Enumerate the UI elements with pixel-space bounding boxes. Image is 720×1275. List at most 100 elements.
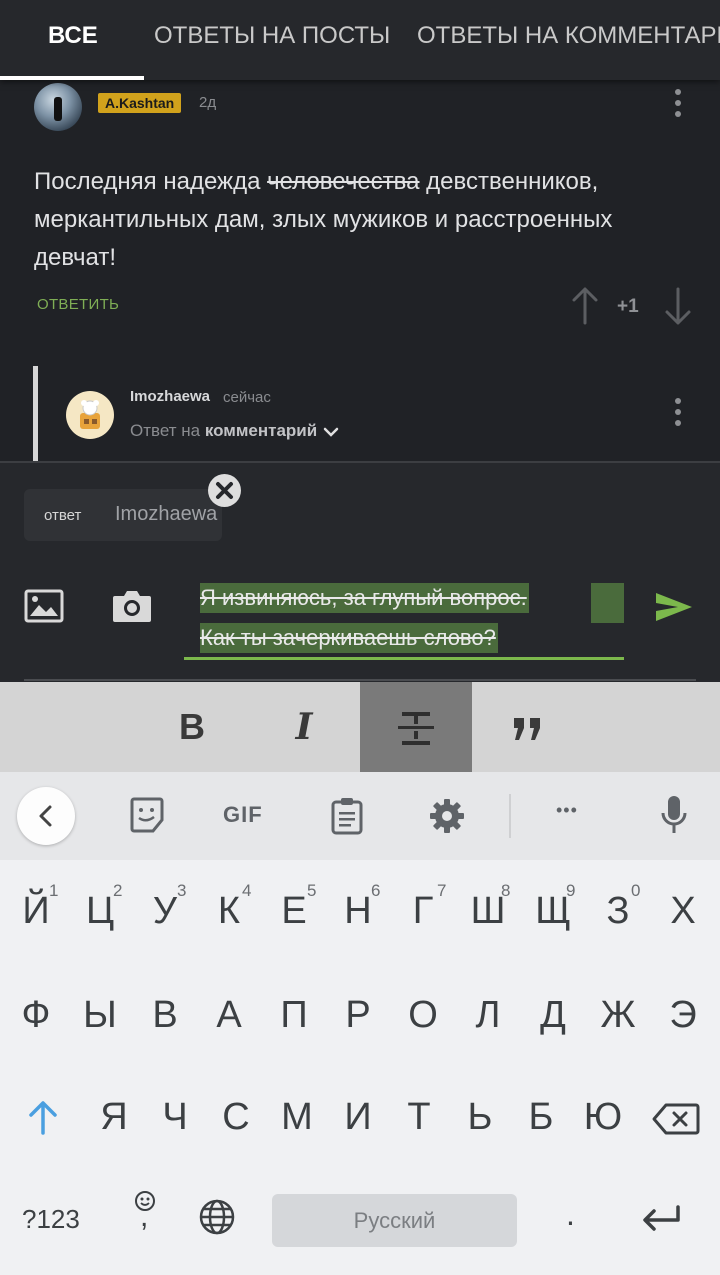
key[interactable]: С: [204, 1096, 268, 1139]
bold-button[interactable]: B: [136, 682, 248, 772]
comment-input[interactable]: Я извиняюсь, за глупый вопрос. Как ты за…: [184, 581, 624, 663]
image-icon[interactable]: [24, 589, 64, 623]
key[interactable]: Н: [326, 890, 390, 933]
key[interactable]: Щ: [521, 890, 585, 933]
key[interactable]: К: [197, 890, 261, 933]
chevron-left-icon: [39, 805, 52, 827]
clipboard-icon[interactable]: [330, 796, 364, 836]
comment-composer: ответ Imozhaewa Я извиняюсь, за глупый в…: [0, 461, 720, 682]
key[interactable]: Э: [651, 994, 715, 1037]
key[interactable]: Ь: [448, 1096, 512, 1139]
key[interactable]: Л: [456, 994, 520, 1037]
reply-chip-label: ответ: [44, 507, 82, 524]
quote-icon: [514, 718, 540, 740]
key[interactable]: Р: [326, 994, 390, 1037]
period-key[interactable]: .: [566, 1196, 575, 1233]
more-icon[interactable]: •••: [556, 800, 578, 821]
input-line: Я извиняюсь, за глупый вопрос.: [200, 583, 529, 613]
input-text-line1: Я извиняюсь, за глупый вопрос.: [200, 585, 527, 610]
comment-body: Последняя надежда человечества девственн…: [34, 163, 674, 277]
key[interactable]: Ч: [143, 1096, 207, 1139]
gif-button[interactable]: GIF: [223, 802, 263, 828]
microphone-icon[interactable]: [660, 794, 688, 836]
chevron-down-icon: [323, 427, 339, 437]
selection-block: [591, 583, 624, 623]
strikethrough-icon: [398, 712, 434, 745]
keyboard-suggestion-bar: GIF •••: [0, 772, 720, 860]
input-underline: [184, 657, 624, 660]
reply-time: сейчас: [223, 389, 271, 406]
key[interactable]: Г: [391, 890, 455, 933]
format-toolbar: B I: [0, 682, 720, 772]
thread-line: [33, 366, 38, 461]
quote-button[interactable]: [472, 682, 584, 772]
key[interactable]: Е: [262, 890, 326, 933]
reply-to-prefix: Ответ на: [130, 421, 201, 440]
reply-button[interactable]: ОТВЕТИТЬ: [37, 296, 119, 313]
tab-all[interactable]: ВСЕ: [48, 0, 98, 80]
input-line: Как ты зачеркиваешь слово?: [200, 623, 498, 653]
key[interactable]: Й: [4, 890, 68, 933]
symbols-key[interactable]: ?123: [22, 1204, 80, 1235]
comment-text-struck: человечества: [267, 168, 420, 195]
avatar[interactable]: [34, 83, 82, 131]
comment-text-start: Последняя надежда: [34, 168, 268, 195]
key[interactable]: Б: [509, 1096, 573, 1139]
comment-time: 2д: [199, 94, 217, 111]
key[interactable]: А: [197, 994, 261, 1037]
key[interactable]: Д: [521, 994, 585, 1037]
key[interactable]: З: [586, 890, 650, 933]
globe-icon[interactable]: [198, 1198, 236, 1236]
space-key[interactable]: Русский: [272, 1194, 517, 1247]
active-tab-indicator: [0, 76, 144, 80]
reply-to-target: комментарий: [204, 421, 318, 440]
key[interactable]: Я: [82, 1096, 146, 1139]
key[interactable]: Ю: [571, 1096, 635, 1139]
key[interactable]: У: [133, 890, 197, 933]
downvote-icon[interactable]: [663, 286, 693, 326]
key[interactable]: Ж: [586, 994, 650, 1037]
backspace-icon[interactable]: [652, 1102, 700, 1136]
bold-icon: B: [179, 706, 205, 747]
key[interactable]: Ф: [4, 994, 68, 1037]
more-options-icon[interactable]: [674, 398, 682, 428]
camera-icon[interactable]: [111, 588, 153, 624]
divider: [24, 679, 696, 681]
reply-target-chip: ответ Imozhaewa: [24, 489, 222, 541]
key[interactable]: Х: [651, 890, 715, 933]
key[interactable]: П: [262, 994, 326, 1037]
close-icon[interactable]: [208, 474, 241, 507]
key[interactable]: В: [133, 994, 197, 1037]
comma-key[interactable]: ,: [140, 1200, 148, 1234]
vote-score: +1: [617, 296, 639, 317]
key[interactable]: Ы: [68, 994, 132, 1037]
key[interactable]: О: [391, 994, 455, 1037]
key[interactable]: Т: [387, 1096, 451, 1139]
tab-post-replies[interactable]: ОТВЕТЫ НА ПОСТЫ: [154, 0, 390, 80]
key[interactable]: М: [265, 1096, 329, 1139]
key[interactable]: Ц: [68, 890, 132, 933]
input-text-line2: Как ты зачеркиваешь слово?: [200, 625, 496, 650]
send-icon[interactable]: [652, 587, 696, 627]
key[interactable]: И: [326, 1096, 390, 1139]
italic-button[interactable]: I: [248, 682, 360, 772]
upvote-icon[interactable]: [570, 286, 600, 326]
reply-to-link[interactable]: Ответ на комментарий: [130, 421, 339, 441]
tab-bar: ВСЕ ОТВЕТЫ НА ПОСТЫ ОТВЕТЫ НА КОММЕНТАРИ…: [0, 0, 720, 80]
enter-icon[interactable]: [640, 1204, 682, 1234]
back-button[interactable]: [17, 787, 75, 845]
tab-comment-replies[interactable]: ОТВЕТЫ НА КОММЕНТАРИИ: [417, 0, 720, 80]
author-badge[interactable]: A.Kashtan: [98, 93, 182, 113]
divider: [509, 794, 511, 838]
more-options-icon[interactable]: [674, 89, 682, 119]
shift-icon[interactable]: [28, 1100, 58, 1136]
key[interactable]: Ш: [456, 890, 520, 933]
strikethrough-button[interactable]: [360, 682, 472, 772]
sticker-icon[interactable]: [129, 796, 165, 834]
comment-feed: A.Kashtan 2д Последняя надежда человечес…: [0, 80, 720, 461]
reply-author[interactable]: Imozhaewa: [130, 388, 210, 405]
reply-chip-name: Imozhaewa: [115, 503, 218, 525]
gear-icon[interactable]: [429, 798, 465, 834]
keyboard: GIF ••• 1 2 3 4 5 6 7 8 9 0 Й Ц У К Е Н …: [0, 772, 720, 1275]
avatar[interactable]: [66, 391, 114, 439]
